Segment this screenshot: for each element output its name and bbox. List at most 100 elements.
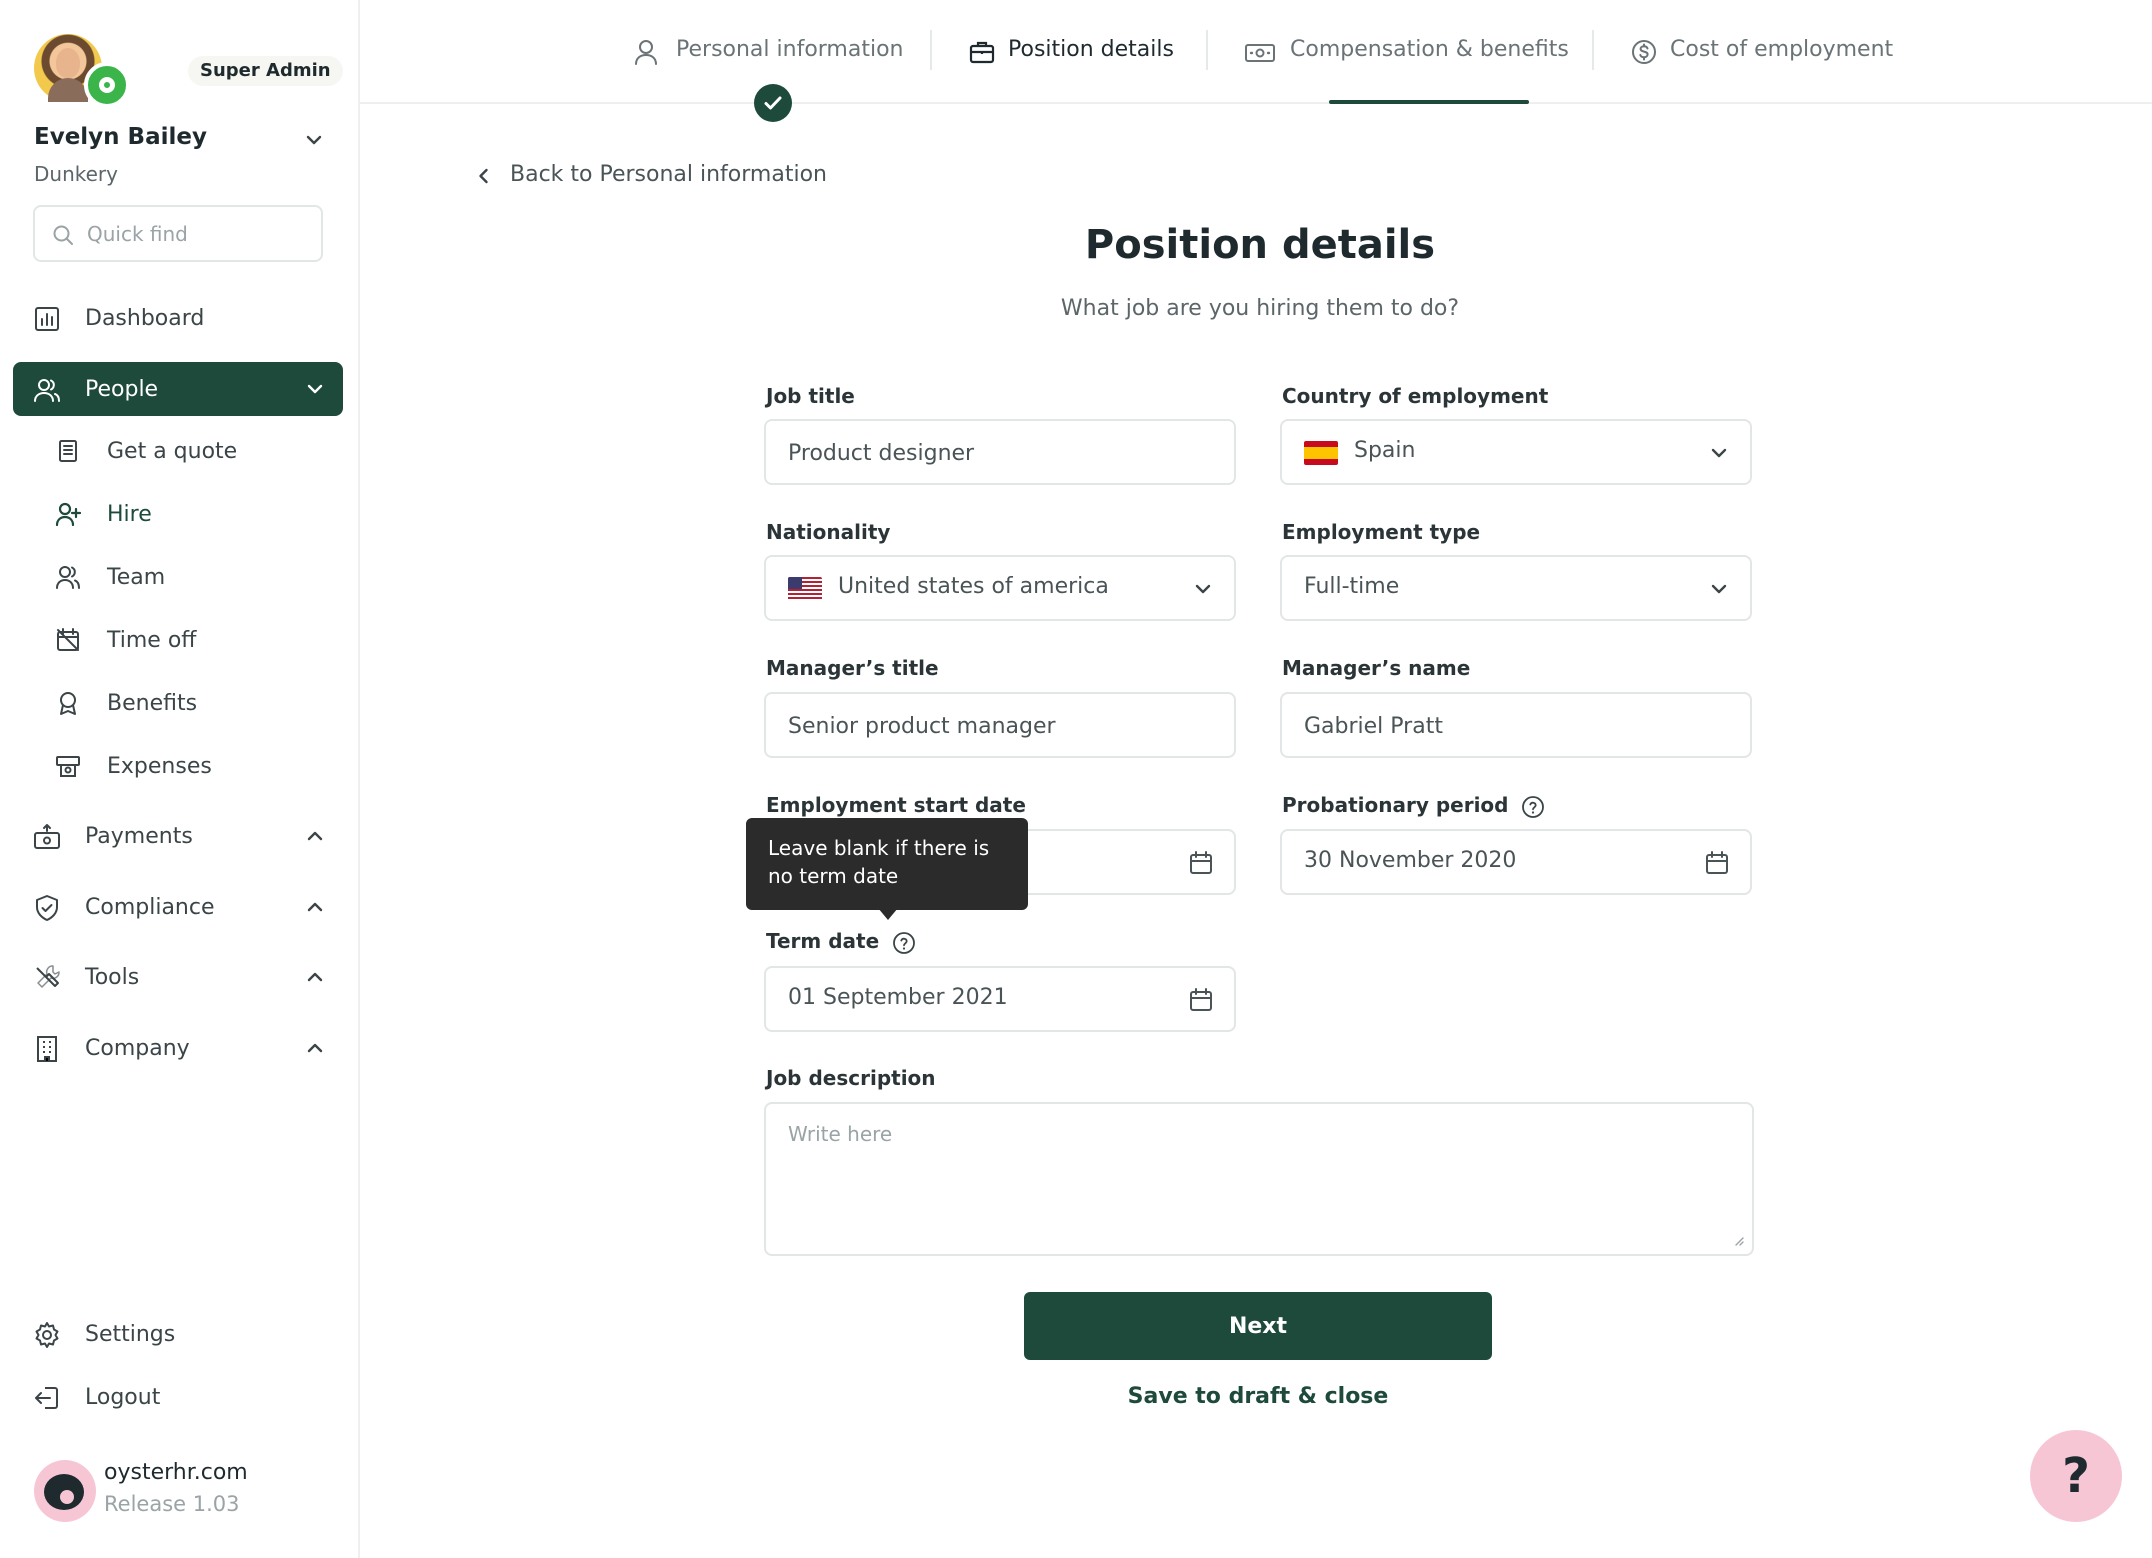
tab-label: Cost of employment — [1670, 37, 1894, 62]
logout-icon — [35, 1387, 58, 1409]
add-user-icon — [55, 502, 81, 527]
tab-cost-of-employment[interactable]: Cost of employment — [1630, 0, 1930, 104]
sidebar-subitem-get-a-quote[interactable]: Get a quote — [13, 426, 343, 476]
usa-flag-icon — [788, 577, 822, 601]
tab-position-details[interactable]: Position details — [968, 0, 1188, 104]
quick-find — [33, 205, 323, 262]
chevron-up-icon — [307, 831, 323, 841]
manager-name-input[interactable] — [1304, 708, 1664, 744]
calendar-icon[interactable] — [1188, 987, 1214, 1013]
manager-name-label: Manager’s name — [1282, 656, 1471, 680]
job-title-input[interactable] — [788, 435, 1148, 471]
spain-flag-icon — [1304, 441, 1338, 465]
country-value: Spain — [1354, 438, 1416, 463]
sidebar-item-people[interactable]: People — [13, 362, 343, 416]
term-date-value: 01 September 2021 — [788, 985, 1008, 1010]
sidebar-subitem-time-off[interactable]: Time off — [13, 615, 343, 665]
help-circle-icon[interactable] — [892, 931, 916, 955]
tab-divider — [1592, 30, 1594, 70]
chevron-down-icon — [1195, 584, 1211, 594]
user-name[interactable]: Evelyn Bailey — [34, 124, 207, 150]
active-tab-indicator — [1329, 100, 1529, 104]
sidebar-item-dashboard[interactable]: Dashboard — [13, 291, 343, 345]
term-date-label-text: Term date — [766, 929, 880, 953]
oyster-logo-icon — [34, 1460, 96, 1522]
tab-divider — [930, 30, 932, 70]
sidebar-item-label: Benefits — [107, 690, 198, 716]
sidebar-item-label: Get a quote — [107, 438, 238, 464]
manager-name-field — [1280, 692, 1752, 758]
chevron-down-icon — [1711, 584, 1727, 594]
receipt-icon — [56, 756, 80, 777]
sidebar-item-payments[interactable]: Payments — [13, 809, 343, 863]
sidebar-item-logout[interactable]: Logout — [13, 1370, 343, 1424]
avatar[interactable] — [34, 34, 130, 114]
sidebar-item-compliance[interactable]: Compliance — [13, 880, 343, 934]
sidebar-subitem-hire[interactable]: Hire — [13, 489, 343, 539]
next-button[interactable]: Next — [1024, 1292, 1492, 1360]
resize-handle-icon[interactable] — [1732, 1234, 1744, 1246]
sidebar-subitem-team[interactable]: Team — [13, 552, 343, 602]
sidebar-item-label: Company — [85, 1035, 190, 1061]
sidebar-item-label: Expenses — [107, 753, 212, 779]
page-title: Position details — [1084, 222, 1436, 268]
chevron-up-icon — [307, 972, 323, 982]
tooltip-text: Leave blank if there is no term date — [768, 836, 990, 888]
sidebar-item-label: Tools — [85, 964, 140, 990]
nationality-select[interactable]: United states of america — [764, 555, 1236, 621]
briefcase-icon — [969, 41, 995, 64]
chevron-down-icon[interactable] — [302, 128, 326, 152]
payments-icon — [34, 824, 60, 849]
job-title-field — [764, 419, 1236, 485]
manager-title-label: Manager’s title — [766, 656, 939, 680]
brand-name[interactable]: oysterhr.com — [104, 1460, 248, 1485]
calendar-off-icon — [57, 628, 79, 651]
sidebar: Super Admin Evelyn Bailey Dunkery Dashbo… — [0, 0, 360, 1558]
dollar-circle-icon — [1632, 40, 1656, 64]
back-link-label: Back to Personal information — [510, 162, 827, 187]
completed-check-icon — [754, 84, 792, 122]
people-icon — [34, 379, 60, 402]
sidebar-item-label: People — [85, 376, 159, 402]
probation-date-field[interactable]: 30 November 2020 — [1280, 829, 1752, 895]
sidebar-item-settings[interactable]: Settings — [13, 1307, 343, 1361]
chevron-up-icon — [307, 1043, 323, 1053]
search-input[interactable] — [87, 217, 307, 251]
sidebar-subitem-expenses[interactable]: Expenses — [13, 741, 343, 791]
role-badge: Super Admin — [188, 56, 343, 86]
start-date-label: Employment start date — [766, 793, 1026, 817]
chevron-left-icon — [479, 168, 488, 184]
tab-divider — [1206, 30, 1208, 70]
job-description-label: Job description — [766, 1066, 936, 1090]
tools-icon — [36, 965, 60, 988]
save-draft-button[interactable]: Save to draft & close — [1024, 1384, 1492, 1409]
team-icon — [56, 566, 80, 589]
probation-label-text: Probationary period — [1282, 793, 1509, 817]
tab-compensation-benefits[interactable]: Compensation & benefits — [1244, 0, 1604, 104]
manager-title-input[interactable] — [788, 708, 1148, 744]
quote-icon — [59, 440, 77, 462]
nationality-label: Nationality — [766, 520, 891, 544]
term-date-tooltip: Leave blank if there is no term date — [746, 818, 1028, 910]
calendar-icon[interactable] — [1188, 850, 1214, 876]
nationality-value: United states of america — [838, 574, 1109, 599]
term-date-field[interactable]: 01 September 2021 — [764, 966, 1236, 1032]
sidebar-item-tools[interactable]: Tools — [13, 950, 343, 1004]
employment-type-select[interactable]: Full-time — [1280, 555, 1752, 621]
calendar-icon[interactable] — [1704, 850, 1730, 876]
shield-icon — [36, 895, 58, 921]
gear-icon — [35, 1322, 59, 1348]
sidebar-item-label: Payments — [85, 823, 193, 849]
search-icon — [53, 225, 73, 245]
employment-type-label: Employment type — [1282, 520, 1481, 544]
job-description-input[interactable] — [788, 1122, 1728, 1232]
sidebar-item-label: Team — [107, 564, 166, 590]
chevron-down-icon — [307, 384, 323, 394]
help-circle-icon[interactable] — [1521, 795, 1545, 819]
help-button[interactable]: ? — [2030, 1430, 2122, 1522]
sidebar-item-company[interactable]: Company — [13, 1021, 343, 1075]
sidebar-item-label: Dashboard — [85, 305, 205, 331]
country-select[interactable]: Spain — [1280, 419, 1752, 485]
chevron-down-icon — [1711, 448, 1727, 458]
sidebar-subitem-benefits[interactable]: Benefits — [13, 678, 343, 728]
